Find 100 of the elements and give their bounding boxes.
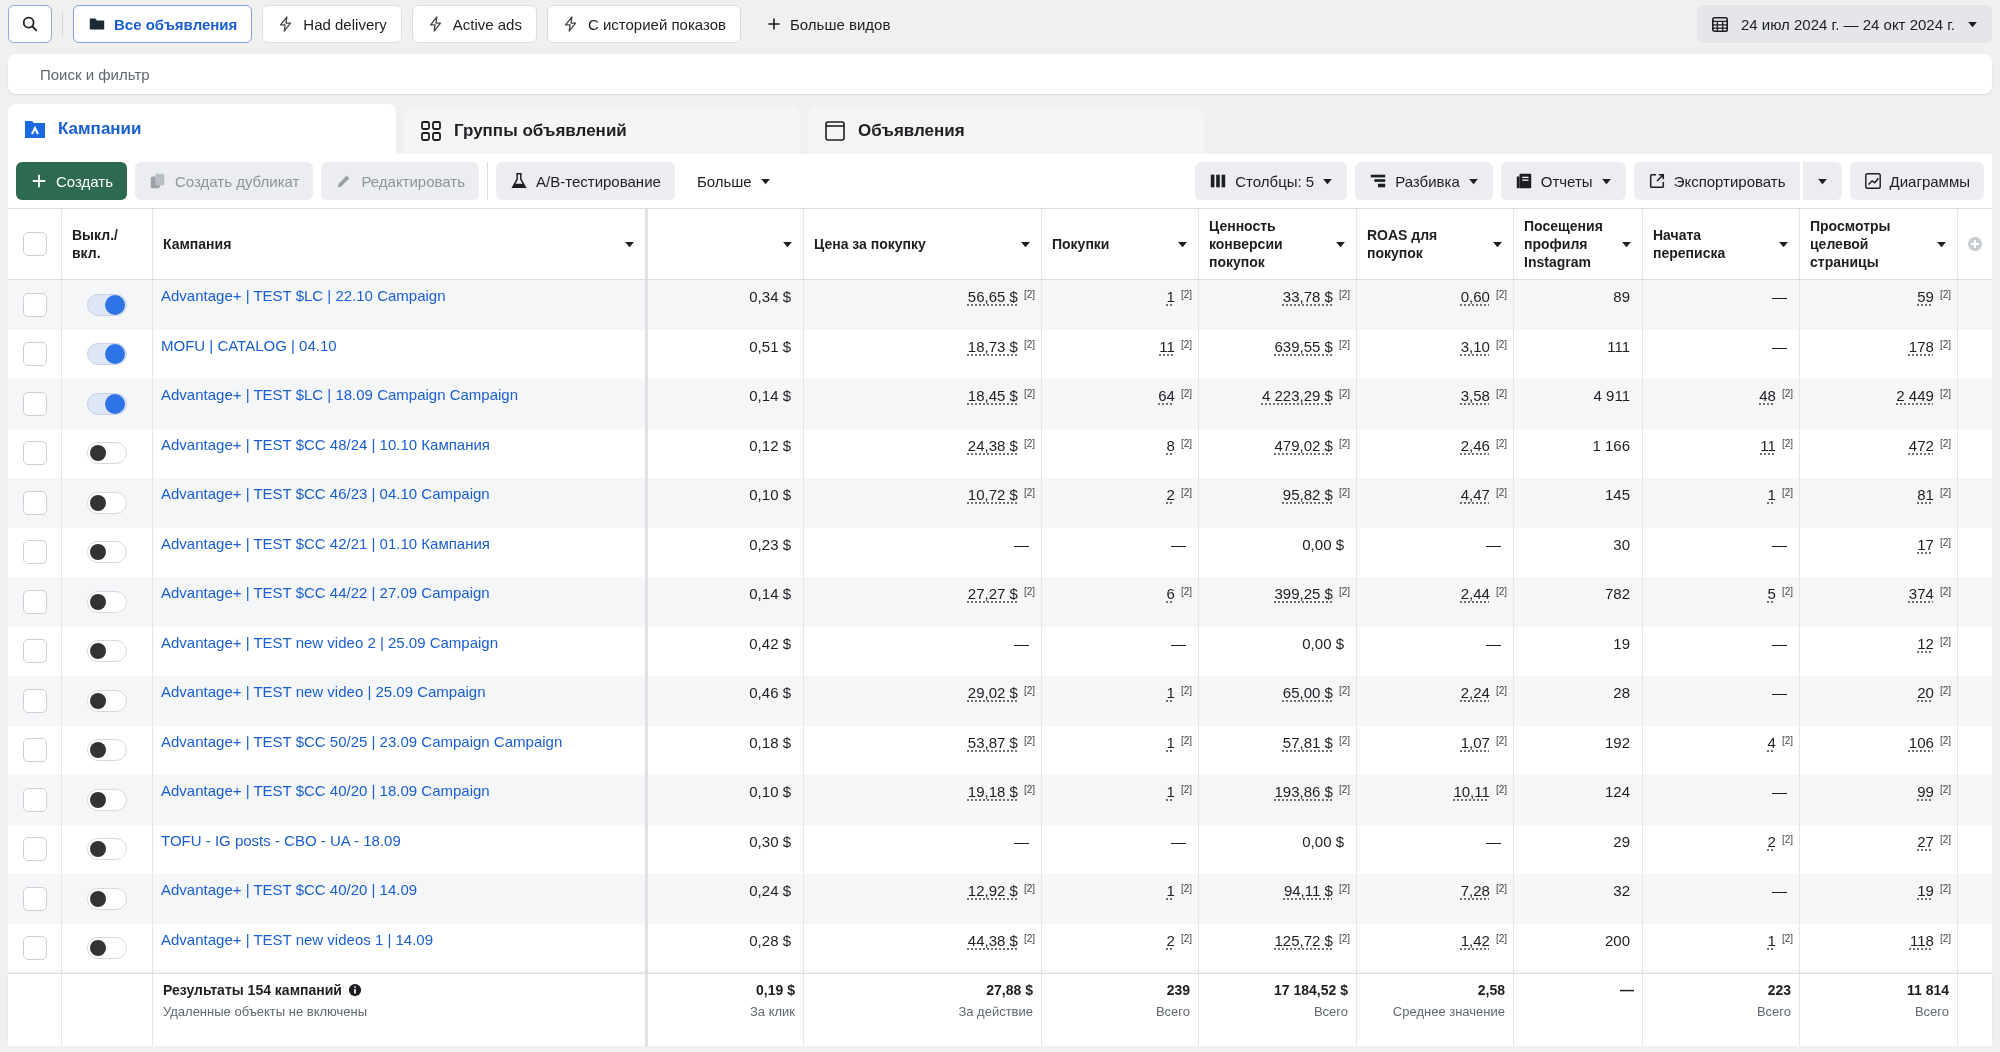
toolbar-button[interactable]: Столбцы: 5 [1195,162,1348,200]
toggle-switch[interactable] [87,392,127,415]
results-note: Удаленные объекты не включены [163,1004,369,1019]
metric-value: 0,46 $ [749,684,791,701]
footnote-mark: [2] [1495,337,1507,352]
toggle-switch[interactable] [87,788,127,811]
level-tab[interactable]: Группы объявлений [404,108,800,154]
toggle-switch[interactable] [87,541,127,564]
metric-value: 65,00 $ [1282,684,1333,701]
campaign-link[interactable]: Advantage+ | TEST $CC 46/23 | 04.10 Campaign [161,485,490,502]
row-checkbox[interactable] [22,787,47,812]
view-tab[interactable]: С историей показов [546,5,741,43]
level-tab[interactable]: Кампании [8,104,396,154]
row-checkbox[interactable] [22,391,47,416]
footnote-mark: [2] [1495,684,1507,698]
metric-value: 99 [1917,783,1934,800]
sort-caret-icon[interactable] [1936,240,1947,248]
caret-icon [1322,177,1334,185]
sort-caret-icon[interactable] [624,240,635,248]
metric-value: 5 [1767,585,1776,602]
metric-value: 0,34 $ [749,288,791,305]
campaign-link[interactable]: Advantage+ | TEST $LC | 22.10 Campaign [161,287,446,304]
toggle-switch[interactable] [87,442,127,465]
row-checkbox[interactable] [22,441,47,466]
row-checkbox[interactable] [22,936,47,961]
toggle-switch[interactable] [87,739,127,762]
footnote-mark: [2] [1939,684,1951,698]
more-views-button[interactable]: Больше видов [751,5,906,43]
row-checkbox[interactable] [22,837,47,862]
toolbar-button[interactable]: Создать [16,162,127,200]
sort-caret-icon[interactable] [1177,240,1188,248]
toggle-switch[interactable] [87,640,127,663]
toggle-switch[interactable] [87,838,127,861]
row-checkbox[interactable] [22,886,47,911]
metric-value: 10,72 $ [967,486,1018,503]
toggle-switch[interactable] [87,343,127,366]
metric-value: 1 [1166,882,1175,899]
campaign-link[interactable]: Advantage+ | TEST new videos 1 | 14.09 [161,930,433,948]
sort-caret-icon[interactable] [1020,240,1031,248]
metric-value: 95,82 $ [1282,486,1333,503]
toggle-switch[interactable] [87,887,127,910]
metric-value: 19 [1613,634,1630,652]
plus-icon [30,172,48,190]
row-checkbox[interactable] [22,639,47,664]
campaign-link[interactable]: Advantage+ | TEST new video 2 | 25.09 Campaign [161,633,499,651]
toggle-switch[interactable] [87,590,127,613]
toolbar-button[interactable]: Отчеты [1500,162,1626,200]
row-checkbox[interactable] [22,688,47,713]
campaign-link[interactable]: Advantage+ | TEST $CC 48/24 | 10.10 Кампания [161,435,490,453]
sort-caret-icon[interactable] [1778,240,1789,248]
footnote-mark: [2] [1939,288,1951,302]
campaign-link[interactable]: MOFU | CATALOG | 04.10 [161,336,337,354]
select-all-checkbox[interactable] [22,232,47,256]
campaign-link[interactable]: Advantage+ | TEST $CC 50/25 | 23.09 Campaign Campaign [161,732,563,750]
footnote-mark: [2] [1180,733,1192,748]
toggle-switch[interactable] [87,293,127,316]
row-checkbox[interactable] [22,292,47,317]
toolbar-button[interactable]: Диаграммы [1849,162,1984,200]
metric-value: 0,14 $ [749,585,791,602]
footnote-mark: [2] [1781,733,1793,748]
view-tab[interactable]: Все объявления [73,5,253,43]
caret-icon [1600,177,1612,185]
window-icon [824,120,846,142]
toolbar-button[interactable]: A/B-тестирование [496,162,675,200]
toolbar-button[interactable]: Больше [682,162,785,200]
campaign-link[interactable]: Advantage+ | TEST new video | 25.09 Campaign [161,683,486,700]
footnote-mark: [2] [1939,486,1951,500]
row-checkbox[interactable] [22,738,47,763]
view-tab[interactable]: Had delivery [262,5,402,43]
campaign-link[interactable]: Advantage+ | TEST $CC 42/21 | 01.10 Кампания [161,534,490,552]
campaign-link[interactable]: Advantage+ | TEST $CC 40/20 | 18.09 Campaign [161,782,490,799]
view-tab[interactable]: Active ads [411,5,537,43]
toolbar-button[interactable]: Разбивка [1355,162,1493,200]
row-checkbox[interactable] [22,540,47,565]
date-range-button[interactable]: 24 июл 2024 г. — 24 окт 2024 г. [1696,5,1992,43]
sort-caret-icon[interactable] [1492,240,1503,248]
metric-value: 1 166 [1592,436,1630,454]
row-checkbox[interactable] [22,490,47,515]
toggle-switch[interactable] [87,689,127,712]
footnote-mark: [2] [1939,535,1951,550]
sort-caret-icon[interactable] [1621,240,1632,248]
campaign-link[interactable]: Advantage+ | TEST $CC 44/22 | 27.09 Campaign [161,584,490,601]
campaign-link[interactable]: TOFU - IG posts - CBO - UA - 18.09 [161,831,401,849]
toggle-switch[interactable] [87,937,127,960]
sort-caret-icon[interactable] [782,240,793,248]
search-button[interactable] [8,5,52,43]
toggle-switch[interactable] [87,491,127,514]
footnote-mark: [2] [1338,684,1350,698]
column-header: Кампания [163,235,233,253]
row-checkbox[interactable] [22,342,47,367]
campaign-link[interactable]: Advantage+ | TEST $LC | 18.09 Campaign Campaign [161,386,519,403]
campaign-link[interactable]: Advantage+ | TEST $CC 40/20 | 14.09 [161,881,418,898]
metric-value: 2,24 [1460,684,1490,701]
toolbar-button[interactable]: Экспортировать [1633,162,1800,200]
sort-caret-icon[interactable] [1335,240,1346,248]
level-tab[interactable]: Объявления [808,108,1204,154]
total-value: — [1619,982,1634,998]
total-value: 11 814 [1905,982,1949,998]
search-field[interactable]: Поиск и фильтр [8,54,1992,94]
row-checkbox[interactable] [22,589,47,614]
